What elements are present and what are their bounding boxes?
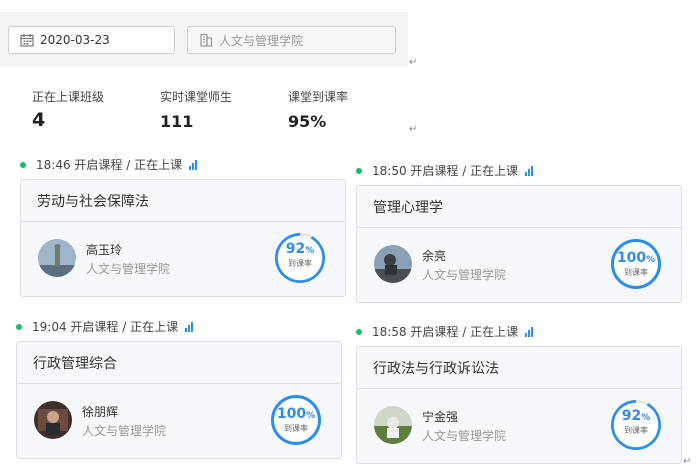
- stat-classes: 正在上课班级 4: [32, 88, 152, 131]
- teacher-dept: 人文与管理学院: [422, 268, 507, 282]
- class-block: 19:04 开启课程 / 正在上课 行政管理综合 徐朋辉 人文与管理学院 100…: [16, 318, 342, 463]
- live-dot-icon: [16, 323, 22, 330]
- class-status: 18:50 开启课程 / 正在上课: [356, 162, 534, 179]
- bar-chart-icon: [189, 159, 198, 170]
- date-picker[interactable]: 2020-03-23: [8, 26, 175, 54]
- class-block: 18:50 开启课程 / 正在上课 管理心理学 余亮 人文与管理学院 100% …: [356, 162, 682, 307]
- teacher-name: 高玉玲: [86, 243, 123, 257]
- bar-chart-icon: [185, 321, 194, 332]
- class-card[interactable]: 行政管理综合 徐朋辉 人文与管理学院 100% 到课率: [16, 341, 342, 459]
- attendance-caption: 到课率: [624, 268, 648, 277]
- building-icon: [199, 33, 213, 47]
- class-start-time: 18:58 开启课程 / 正在上课: [372, 325, 519, 339]
- attendance-rate: 92: [621, 408, 642, 424]
- attendance-caption: 到课率: [284, 424, 308, 433]
- course-name: 行政管理综合: [17, 342, 341, 384]
- class-status: 18:58 开启课程 / 正在上课: [356, 323, 534, 340]
- class-block: 18:46 开启课程 / 正在上课 劳动与社会保障法 高玉玲 人文与管理学院 9…: [20, 156, 346, 301]
- attendance-caption: 到课率: [288, 259, 312, 268]
- stat-value: 4: [32, 109, 46, 131]
- teacher-dept: 人文与管理学院: [86, 262, 171, 276]
- teacher-dept: 人文与管理学院: [422, 429, 507, 443]
- attendance-ring: 92% 到课率: [611, 400, 661, 450]
- paragraph-mark: ↵: [409, 124, 418, 135]
- course-name: 行政法与行政诉讼法: [357, 347, 681, 389]
- college-placeholder: 人文与管理学院: [219, 33, 304, 48]
- filter-bar: 2020-03-23 人文与管理学院: [0, 12, 408, 67]
- percent-unit: %: [641, 413, 651, 423]
- paragraph-mark: ↵: [409, 57, 418, 68]
- bar-chart-icon: [525, 165, 534, 176]
- course-name: 管理心理学: [357, 186, 681, 228]
- avatar: [34, 401, 72, 439]
- attendance-rate: 100: [276, 406, 307, 422]
- class-card[interactable]: 行政法与行政诉讼法 宁金强 人文与管理学院 92% 到课率: [356, 346, 682, 464]
- paragraph-mark: ↵: [683, 456, 692, 467]
- class-card[interactable]: 劳动与社会保障法 高玉玲 人文与管理学院 92% 到课率: [20, 179, 346, 297]
- percent-unit: %: [306, 411, 316, 421]
- class-start-time: 19:04 开启课程 / 正在上课: [32, 320, 179, 334]
- attendance-ring: 100% 到课率: [611, 239, 661, 289]
- percent-unit: %: [305, 246, 315, 256]
- class-start-time: 18:46 开启课程 / 正在上课: [36, 158, 183, 172]
- stat-label: 实时课堂师生: [160, 90, 233, 104]
- avatar: [38, 239, 76, 277]
- course-name: 劳动与社会保障法: [21, 180, 345, 222]
- avatar: [374, 245, 412, 283]
- college-select[interactable]: 人文与管理学院: [187, 26, 396, 54]
- live-dot-icon: [356, 328, 362, 335]
- live-dot-icon: [356, 167, 362, 174]
- stat-attendance: 课堂到课率 95%: [288, 88, 408, 131]
- bar-chart-icon: [525, 326, 534, 337]
- attendance-rate: 100: [616, 250, 647, 266]
- percent-unit: %: [646, 255, 656, 265]
- stat-participants: 实时课堂师生 111: [160, 88, 280, 131]
- stat-value: 111: [160, 112, 194, 131]
- attendance-ring: 100% 到课率: [271, 395, 321, 445]
- date-value: 2020-03-23: [40, 33, 110, 47]
- attendance-ring: 92% 到课率: [275, 233, 325, 283]
- stat-label: 正在上课班级: [32, 90, 105, 104]
- avatar: [374, 406, 412, 444]
- class-card[interactable]: 管理心理学 余亮 人文与管理学院 100% 到课率: [356, 185, 682, 303]
- class-start-time: 18:50 开启课程 / 正在上课: [372, 164, 519, 178]
- class-status: 19:04 开启课程 / 正在上课: [16, 318, 194, 335]
- stat-value: 95%: [288, 112, 327, 131]
- teacher-name: 宁金强: [422, 410, 459, 424]
- attendance-caption: 到课率: [624, 426, 648, 435]
- attendance-rate: 92: [285, 241, 306, 257]
- calendar-icon: [20, 33, 34, 47]
- stat-label: 课堂到课率: [288, 90, 349, 104]
- teacher-name: 余亮: [422, 249, 447, 263]
- class-status: 18:46 开启课程 / 正在上课: [20, 156, 198, 173]
- teacher-name: 徐朋辉: [82, 405, 119, 419]
- live-dot-icon: [20, 161, 26, 168]
- class-block: 18:58 开启课程 / 正在上课 行政法与行政诉讼法 宁金强 人文与管理学院 …: [356, 323, 682, 468]
- teacher-dept: 人文与管理学院: [82, 424, 167, 438]
